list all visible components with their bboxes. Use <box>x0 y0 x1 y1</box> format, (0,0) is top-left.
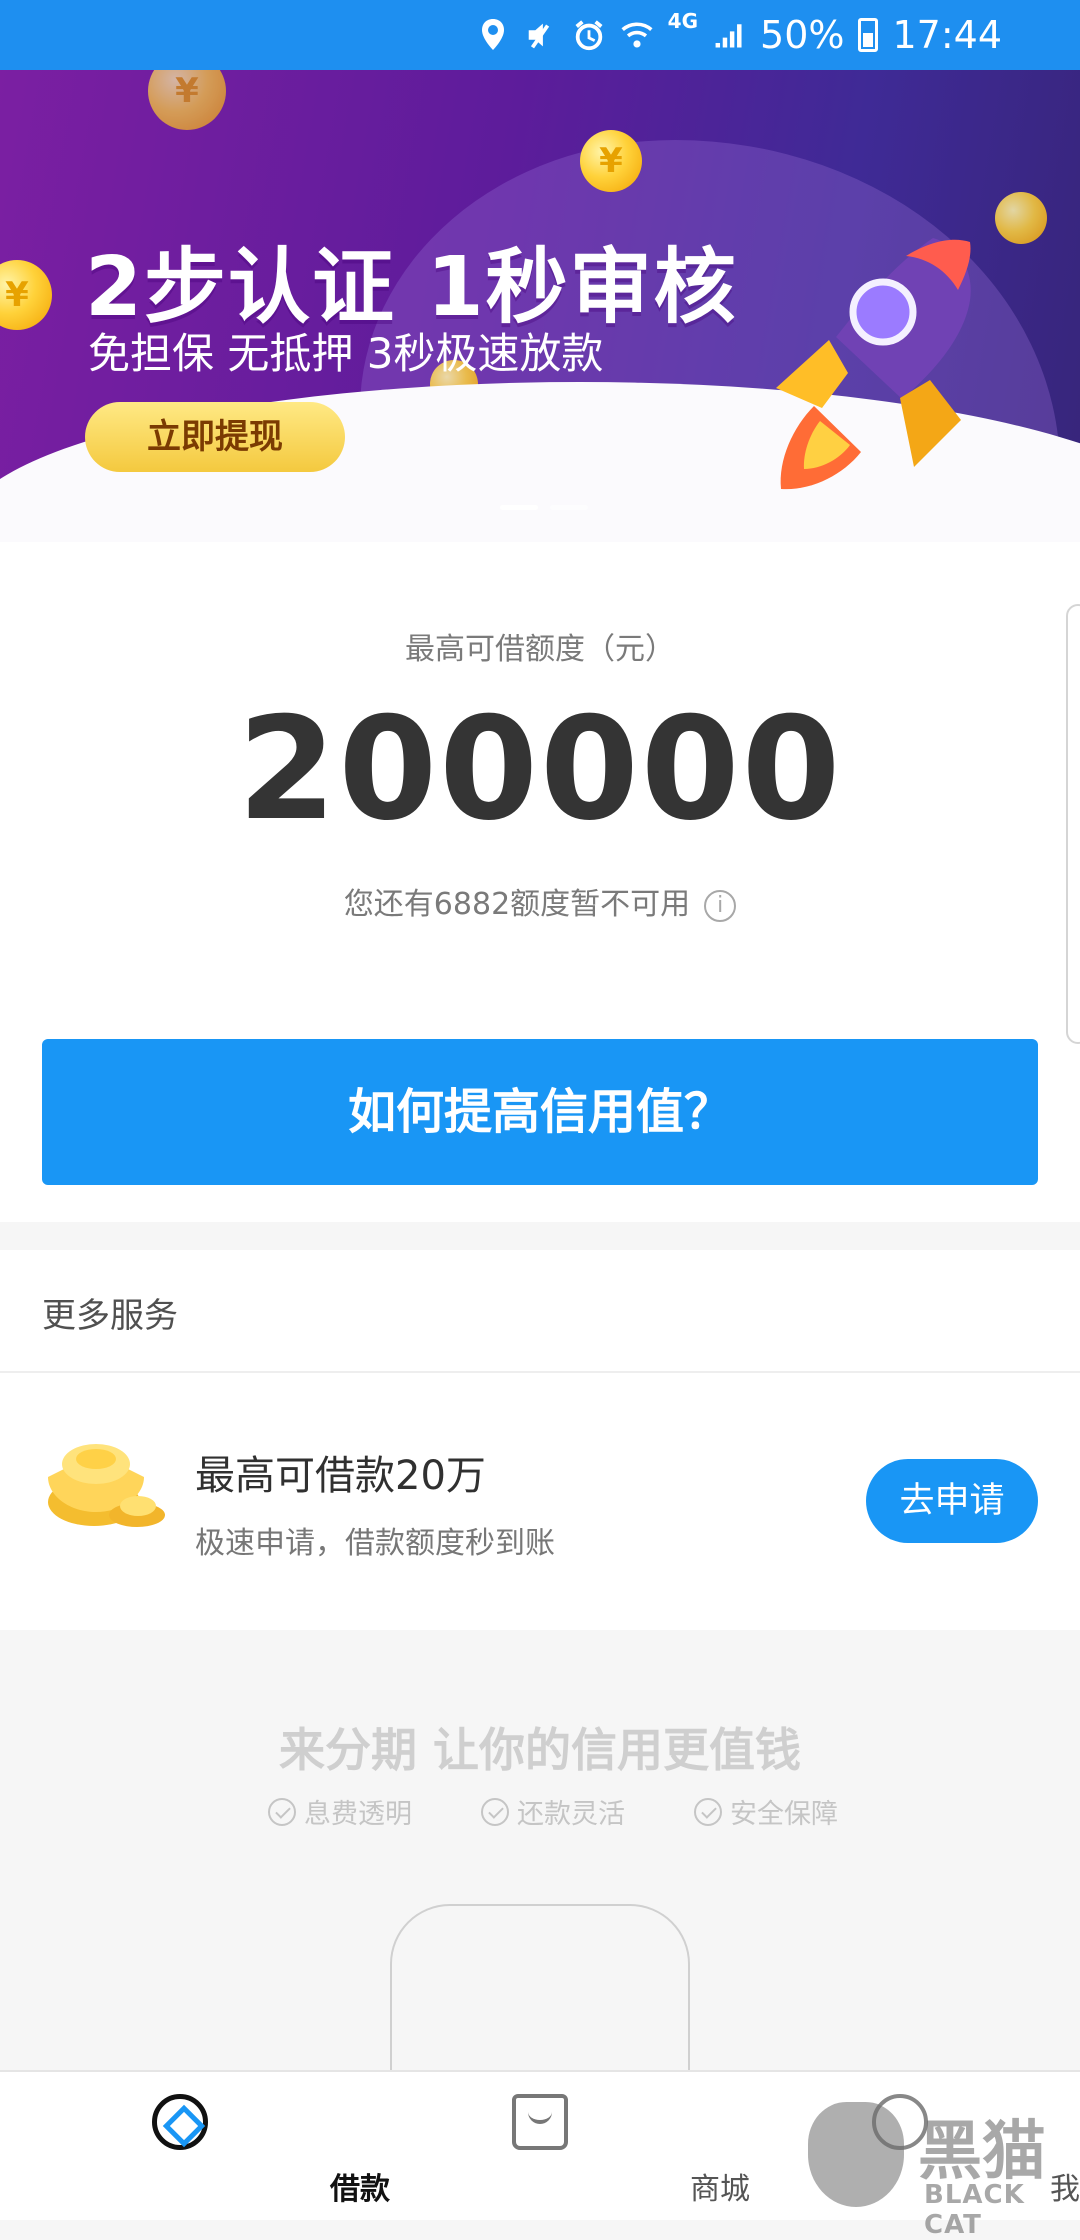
service-description: 极速申请，借款额度秒到账 <box>195 1526 555 1561</box>
black-cat-watermark: 黑猫 BLACK CAT <box>808 2092 1076 2240</box>
promo-slogan: 来分期 让你的信用更值钱 <box>278 1723 801 1777</box>
battery-percent: 50% <box>760 13 845 57</box>
check-icon <box>268 1797 296 1826</box>
location-icon <box>476 17 510 53</box>
unavailable-credit-text: 您还有6882额度暂不可用 i <box>0 879 1080 923</box>
section-title: 更多服务 <box>42 1296 178 1336</box>
check-icon <box>694 1797 722 1826</box>
mute-icon <box>524 17 558 53</box>
check-icon <box>481 1797 509 1826</box>
clock: 17:44 <box>892 13 1002 57</box>
service-title: 最高可借款20万 <box>195 1453 486 1499</box>
status-icons: 4G 50% 17:44 <box>476 9 1002 60</box>
feature-item: 还款灵活 <box>481 1792 625 1831</box>
info-icon[interactable]: i <box>704 889 737 922</box>
feature-label: 息费透明 <box>304 1799 412 1830</box>
banner-pagination <box>500 505 588 510</box>
watermark-subtext: BLACK CAT <box>924 2180 1025 2240</box>
more-services-section: 更多服务 最高可借款20万 极速申请，借款额度秒到账 去申请 <box>0 1250 1080 1630</box>
apply-button[interactable]: 去申请 <box>866 1459 1038 1543</box>
tab-mall[interactable]: 商城 <box>360 2072 750 2222</box>
promotion-banner[interactable]: ¥ ¥ ¥ 2步认证 1秒审核 免担保 无抵押 3秒极速放款 立即提现 <box>0 70 1080 542</box>
signal-icon <box>712 17 746 53</box>
promotion-footer: 来分期 让你的信用更值钱 息费透明 还款灵活 安全保障 <box>0 1632 1080 2084</box>
banner-dot-active <box>500 505 538 510</box>
alarm-icon <box>572 17 606 53</box>
feature-label: 安全保障 <box>730 1799 838 1830</box>
unavailable-credit-message: 您还有6882额度暂不可用 <box>343 887 691 922</box>
tab-loan[interactable]: 借款 <box>0 2072 390 2222</box>
loan-service-item[interactable]: 最高可借款20万 极速申请，借款额度秒到账 去申请 <box>0 1373 1080 1628</box>
watermark-text: 黑猫 <box>918 2115 1046 2189</box>
battery-icon <box>858 18 879 52</box>
credit-limit-card: 最高可借额度（元） 200000 您还有6882额度暂不可用 i 如何提高信用值？ <box>0 542 1080 1222</box>
coin-icon: ¥ <box>0 260 52 330</box>
promo-decoration <box>390 1904 690 2084</box>
cat-shield-icon <box>808 2102 904 2207</box>
wifi-icon <box>620 17 654 53</box>
withdraw-now-button[interactable]: 立即提现 <box>85 402 345 472</box>
improve-credit-button[interactable]: 如何提高信用值？ <box>42 1039 1038 1185</box>
promo-features: 息费透明 还款灵活 安全保障 <box>268 1792 838 1831</box>
status-bar: 4G 50% 17:44 <box>0 0 1080 70</box>
rocket-icon <box>738 220 1008 510</box>
banner-subtitle: 免担保 无抵押 3秒极速放款 <box>88 329 604 378</box>
coin-icon: ¥ <box>580 130 642 192</box>
coin-icon: ¥ <box>148 70 226 130</box>
feature-item: 安全保障 <box>694 1792 838 1831</box>
gold-ingot-icon <box>42 1439 167 1535</box>
feature-item: 息费透明 <box>268 1792 412 1831</box>
loan-icon <box>152 2094 208 2150</box>
network-type: 4G <box>667 9 699 33</box>
shopping-bag-icon <box>512 2094 568 2150</box>
credit-limit-amount: 200000 <box>237 687 843 852</box>
credit-limit-label: 最高可借额度（元） <box>405 632 675 667</box>
feature-label: 还款灵活 <box>517 1799 625 1830</box>
banner-dot <box>550 505 588 510</box>
